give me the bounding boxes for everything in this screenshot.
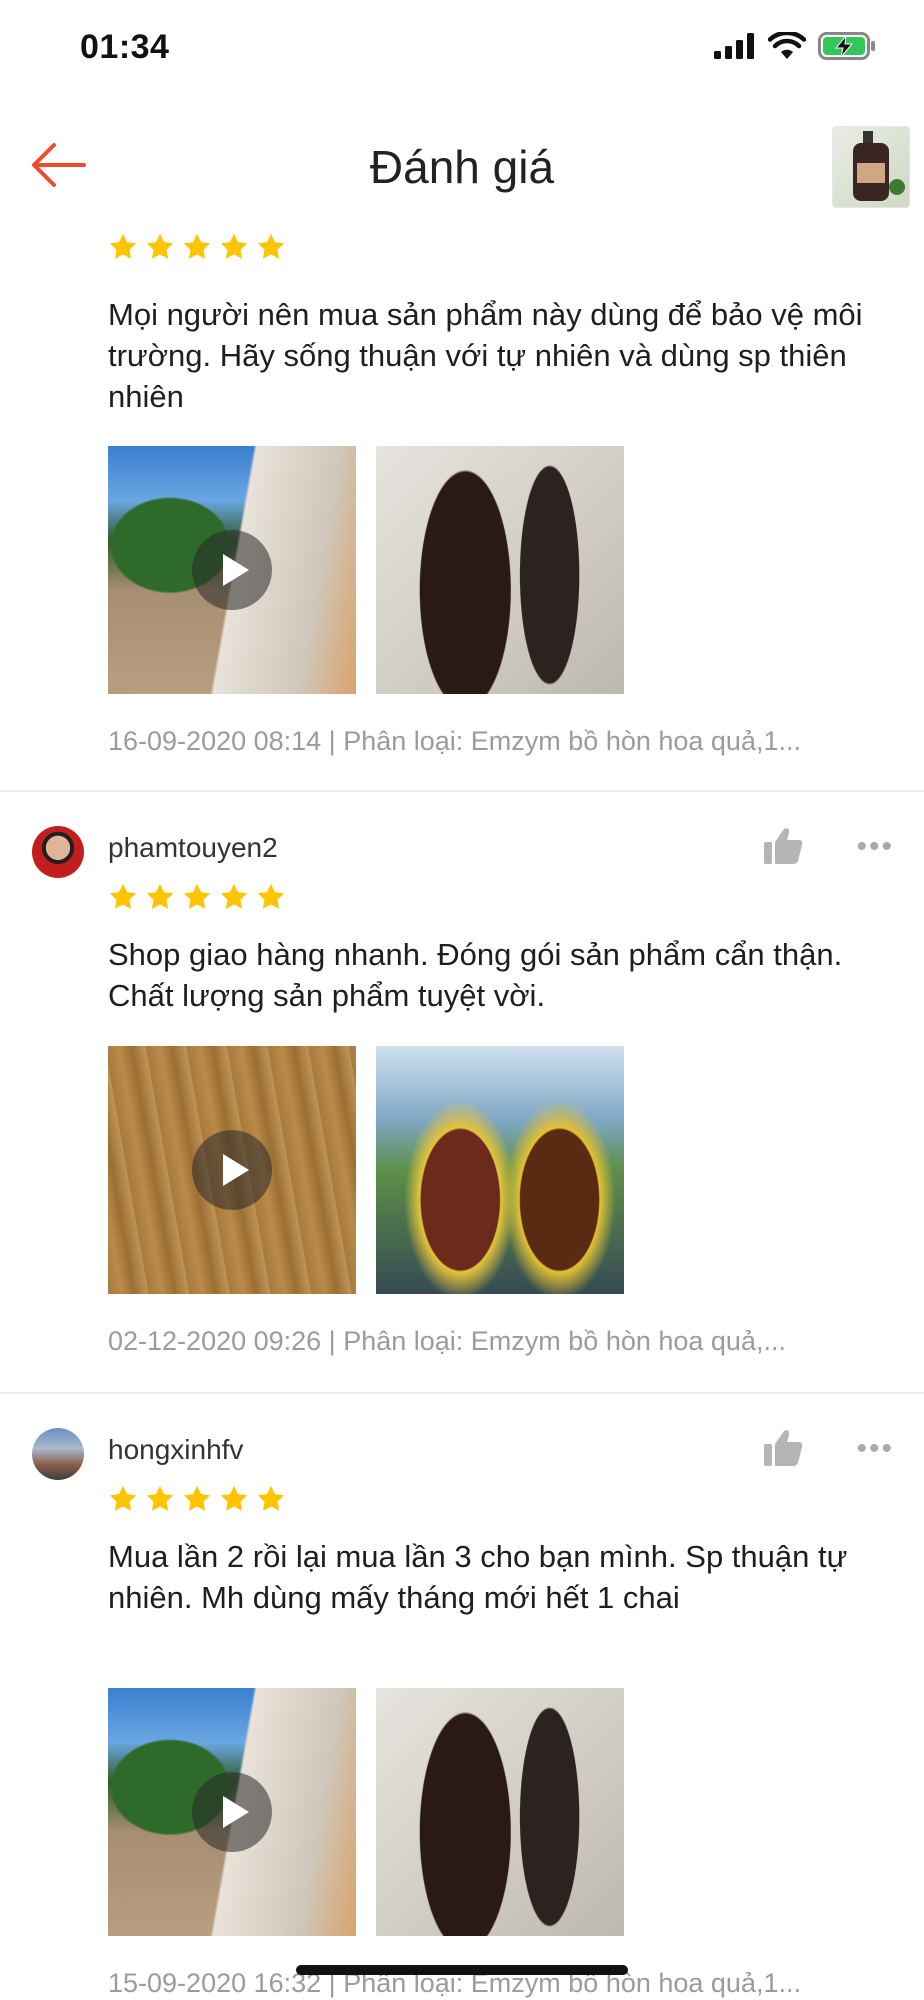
star-icon: [109, 1485, 137, 1511]
star-icon: [220, 883, 248, 909]
review-meta: 02-12-2020 09:26 | Phân loại: Emzym bồ h…: [108, 1326, 786, 1356]
star-icon: [183, 1485, 211, 1511]
review-text: Mua lần 2 rồi lại mua lần 3 cho bạn mình…: [108, 1539, 848, 1615]
review-list[interactable]: Mọi người nên mua sản phẩm này dùng để b…: [0, 232, 924, 1998]
star-icon: [146, 233, 174, 259]
review-video-thumbnail[interactable]: [108, 1046, 356, 1294]
avatar[interactable]: [32, 1428, 84, 1480]
review-text: Mọi người nên mua sản phẩm này dùng để b…: [108, 297, 863, 414]
wifi-icon: [768, 32, 806, 59]
review-item: phamtouyen2 ••• Shop giao hàng nhanh. Đó…: [0, 792, 924, 1394]
more-options-icon[interactable]: •••: [856, 1434, 894, 1464]
review-meta: 16-09-2020 08:14 | Phân loại: Emzym bồ h…: [108, 726, 801, 756]
star-icon: [257, 883, 285, 909]
star-icon: [109, 233, 137, 259]
reviewer-name[interactable]: hongxinhfv: [108, 1434, 243, 1466]
review-media: [108, 1046, 624, 1294]
star-icon: [146, 883, 174, 909]
battery-charging-icon: [818, 32, 875, 60]
play-icon[interactable]: [192, 1772, 272, 1852]
status-bar: 01:34: [0, 0, 924, 100]
play-icon[interactable]: [192, 530, 272, 610]
reviewer-name[interactable]: phamtouyen2: [108, 832, 278, 864]
star-icon: [257, 1485, 285, 1511]
thumbs-up-icon[interactable]: [762, 826, 804, 866]
review-media: [108, 1688, 624, 1936]
star-icon: [183, 233, 211, 259]
star-icon: [257, 233, 285, 259]
review-photo[interactable]: [376, 1046, 624, 1294]
status-icons: [714, 32, 876, 60]
review-photo[interactable]: [376, 1688, 624, 1936]
review-item: hongxinhfv ••• Mua lần 2 rồi lại mua lần…: [0, 1394, 924, 1998]
star-icon: [183, 883, 211, 909]
signal-icon: [714, 33, 754, 59]
thumbs-up-icon[interactable]: [762, 1428, 804, 1468]
star-rating: [108, 882, 286, 912]
product-bottle-icon: [853, 131, 905, 201]
review-video-thumbnail[interactable]: [108, 1688, 356, 1936]
avatar[interactable]: [32, 826, 84, 878]
more-options-icon[interactable]: •••: [856, 832, 894, 862]
review-photo[interactable]: [376, 446, 624, 694]
star-rating: [108, 1484, 286, 1514]
star-rating: [108, 232, 286, 262]
star-icon: [220, 233, 248, 259]
review-video-thumbnail[interactable]: [108, 446, 356, 694]
review-media: [108, 446, 624, 694]
review-text: Shop giao hàng nhanh. Đóng gói sản phẩm …: [108, 937, 843, 1013]
product-thumbnail[interactable]: [832, 126, 910, 208]
star-icon: [146, 1485, 174, 1511]
home-indicator[interactable]: [296, 1965, 628, 1975]
review-item: Mọi người nên mua sản phẩm này dùng để b…: [0, 232, 924, 792]
star-icon: [109, 883, 137, 909]
navigation-bar: Đánh giá: [0, 100, 924, 232]
star-icon: [220, 1485, 248, 1511]
status-time: 01:34: [80, 28, 170, 66]
page-title: Đánh giá: [369, 141, 555, 193]
play-icon[interactable]: [192, 1130, 272, 1210]
